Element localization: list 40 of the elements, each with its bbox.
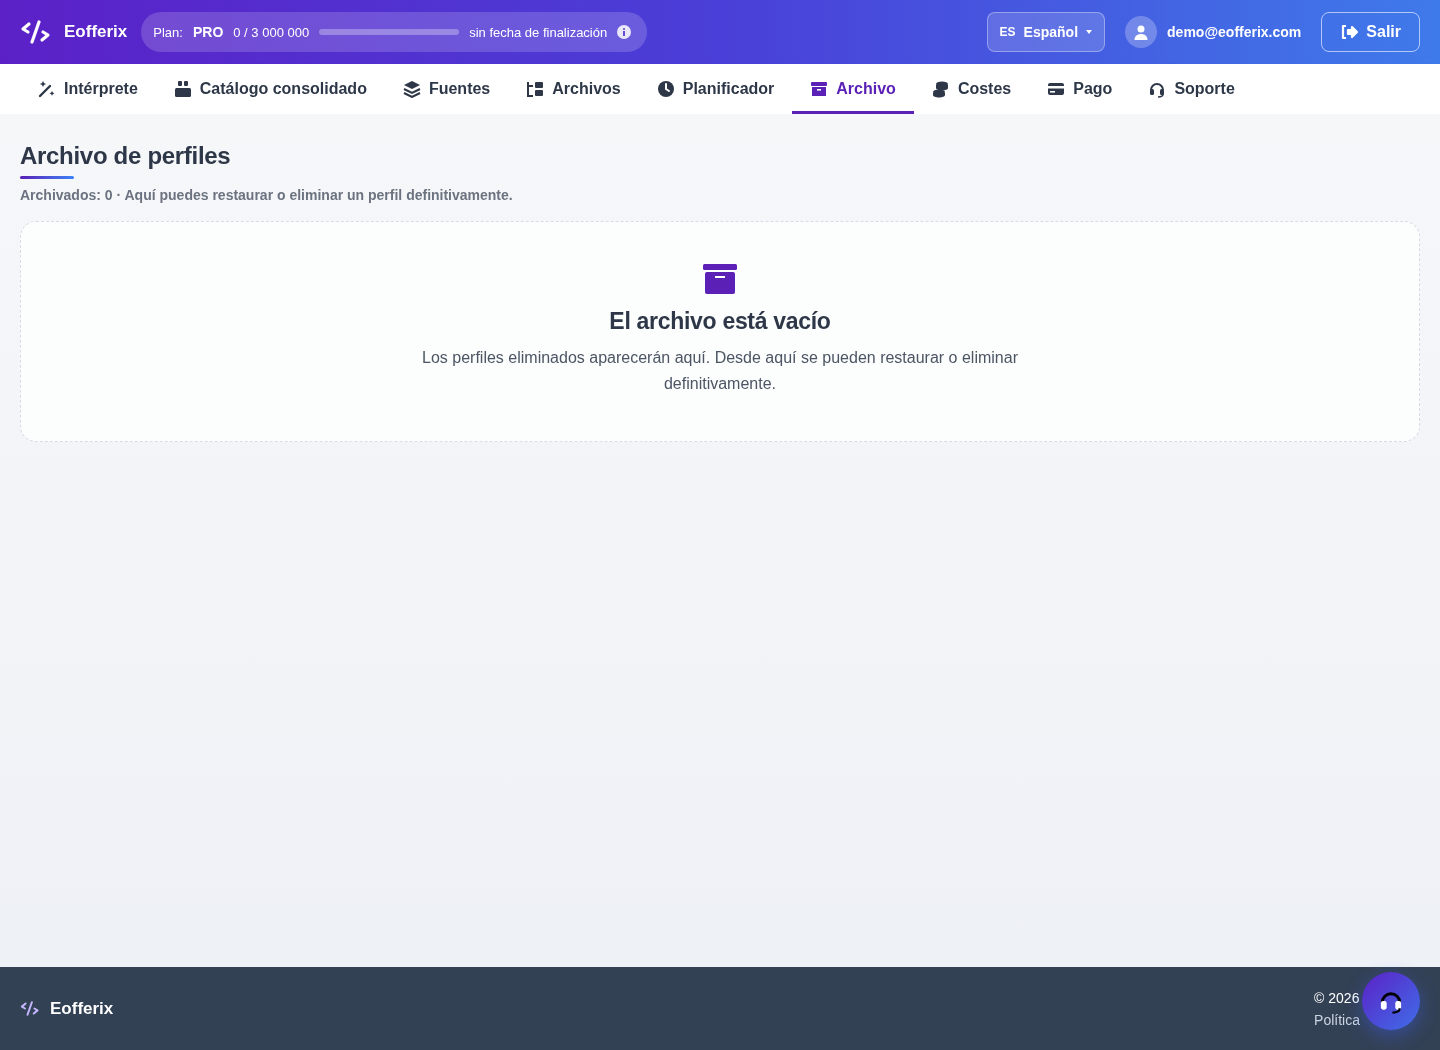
magic-wand-icon [38, 80, 56, 98]
avatar-icon[interactable] [1125, 16, 1158, 48]
footer-brand: Eofferix [50, 998, 114, 1019]
archive-box-icon [810, 80, 829, 98]
brand-name: Eofferix [64, 22, 128, 42]
nav-tab[interactable]: Costes [913, 64, 1030, 114]
title-underline [20, 176, 74, 179]
nav-tab[interactable]: Fuentes [384, 64, 509, 114]
caret-icon [1086, 30, 1093, 34]
plan-expiry: sin fecha de finalización [469, 24, 608, 40]
coins-icon [931, 80, 950, 98]
policy-link[interactable]: Política [1314, 1011, 1360, 1028]
user-email[interactable]: demo@eofferix.com [1167, 24, 1302, 40]
nav-tab[interactable]: Soporte [1130, 64, 1253, 114]
empty-state-text: Los perfiles eliminados aparecerán aquí. Desde aquí se pueden restaurar o eliminar definitivamente. [421, 348, 1019, 394]
boxes-icon [173, 80, 192, 98]
footer-logo-icon [20, 1001, 40, 1016]
credit-card-icon [1047, 80, 1066, 98]
nav-tab[interactable]: Planificador [638, 64, 793, 114]
headset-icon [1148, 80, 1167, 98]
logout-icon [1340, 24, 1359, 40]
logout-button[interactable]: Salir [1321, 12, 1420, 52]
archive-box-icon [703, 264, 737, 294]
tree-icon [526, 80, 545, 98]
usage-count: 0 / 3 000 000 [233, 24, 310, 40]
copyright-text: © 2026 [1314, 989, 1360, 1006]
info-icon[interactable] [617, 25, 632, 39]
nav-tab[interactable]: Archivos [508, 64, 639, 114]
nav-tab[interactable]: Catálogo consolidado [155, 64, 385, 114]
page-title: Archivo de perfiles [20, 142, 231, 170]
plan-name: PRO [192, 24, 224, 40]
empty-state-title: El archivo está vacío [609, 308, 831, 335]
layers-icon [402, 80, 421, 98]
logo-icon [20, 20, 52, 44]
nav-tab[interactable]: Intérprete [20, 64, 156, 114]
clock-icon [656, 80, 675, 98]
plan-label: Plan: [153, 24, 183, 40]
page-subtitle: Archivados: 0 · Aquí puedes restaurar o eliminar un perfil definitivamente. [20, 187, 514, 203]
language-select[interactable]: ES Español [986, 12, 1106, 52]
nav-tab[interactable]: Pago [1029, 64, 1131, 114]
